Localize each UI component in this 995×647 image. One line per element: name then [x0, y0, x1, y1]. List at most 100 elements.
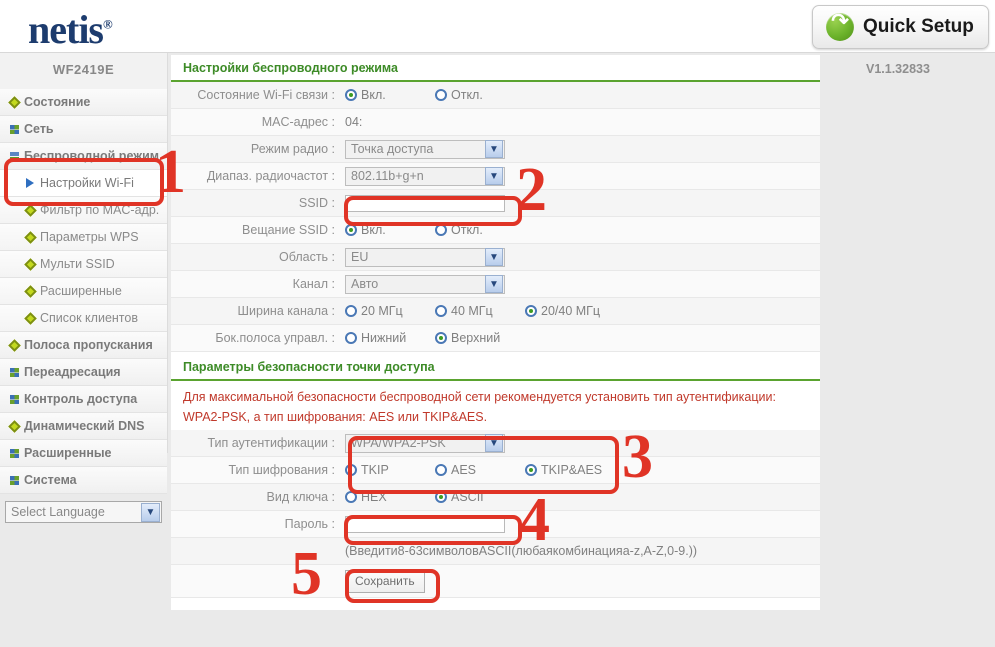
row-band: Диапаз. радиочастот : 802.11b+g+n ▼	[171, 163, 820, 190]
row-key-type: Вид ключа : HEX ASCII	[171, 484, 820, 511]
wifi-state-off-radio[interactable]: Откл.	[435, 88, 483, 102]
auth-type-select[interactable]: WPA/WPA2-PSK ▼	[345, 433, 505, 453]
radio-dot-icon	[435, 491, 447, 503]
key-type-ascii-radio[interactable]: ASCII	[435, 490, 484, 504]
sidebar-item-4[interactable]: Фильтр по MAC-адр.	[0, 197, 167, 224]
row-radio-mode: Режим радио : Точка доступа ▼	[171, 136, 820, 163]
key-type-hex-radio[interactable]: HEX	[345, 490, 435, 504]
ssid-broadcast-off-radio[interactable]: Откл.	[435, 223, 483, 237]
row-ssid-broadcast: Вещание SSID : Вкл. Откл.	[171, 217, 820, 244]
sideband-label: Бок.полоса управл. :	[215, 331, 335, 345]
sidebar-item-3[interactable]: Настройки Wi-Fi	[0, 170, 167, 197]
channel-width-40-radio[interactable]: 40 МГц	[435, 304, 525, 318]
security-warning-line2: WPA2-PSK, а тип шифрования: AES или TKIP…	[183, 410, 488, 424]
cipher-both-label: TKIP&AES	[541, 463, 603, 477]
channel-label: Канал :	[292, 277, 335, 291]
channel-width-2040-radio[interactable]: 20/40 МГц	[525, 304, 600, 318]
password-input[interactable]	[345, 515, 505, 533]
row-save: Сохранить	[171, 565, 820, 598]
app-header: netis® Quick Setup	[0, 0, 995, 53]
ssid-broadcast-on-radio[interactable]: Вкл.	[345, 223, 435, 237]
ssid-broadcast-on-label: Вкл.	[361, 223, 386, 237]
channel-width-20-radio[interactable]: 20 МГц	[345, 304, 435, 318]
sidebar-item-1[interactable]: Сеть	[0, 116, 167, 143]
chevron-down-icon: ▼	[141, 502, 160, 522]
wifi-state-on-radio[interactable]: Вкл.	[345, 88, 435, 102]
cipher-both-radio[interactable]: TKIP&AES	[525, 463, 602, 477]
radio-dot-icon	[525, 305, 537, 317]
row-password-hint: (Введити8-63символовASCII(любаякомбинаци…	[171, 538, 820, 565]
key-type-radio-group: HEX ASCII	[345, 490, 484, 504]
channel-select[interactable]: Авто ▼	[345, 274, 505, 294]
channel-value: Авто	[351, 277, 379, 291]
language-select-label: Select Language	[11, 505, 105, 519]
cipher-tkip-radio[interactable]: TKIP	[345, 463, 435, 477]
wifi-state-radio-group: Вкл. Откл.	[345, 88, 483, 102]
band-select[interactable]: 802.11b+g+n ▼	[345, 166, 505, 186]
radio-dot-icon	[345, 305, 357, 317]
row-wifi-state: Состояние Wi-Fi связи : Вкл. Откл.	[171, 82, 820, 109]
sidebar-item-6[interactable]: Мульти SSID	[0, 251, 167, 278]
firmware-version: V1.1.32833	[866, 62, 930, 76]
sidebar-item-13[interactable]: Расширенные	[0, 440, 167, 467]
sidebar-item-7[interactable]: Расширенные	[0, 278, 167, 305]
refresh-circle-icon	[826, 9, 854, 41]
band-value: 802.11b+g+n	[351, 169, 424, 183]
password-label: Пароль :	[284, 517, 335, 531]
registered-mark-icon: ®	[103, 16, 113, 32]
region-select[interactable]: EU ▼	[345, 247, 505, 267]
band-label: Диапаз. радиочастот :	[206, 169, 335, 183]
sidebar-item-11[interactable]: Контроль доступа	[0, 386, 167, 413]
channel-width-2040-label: 20/40 МГц	[541, 304, 601, 318]
diamond-icon	[24, 258, 37, 271]
channel-width-40-label: 40 МГц	[451, 304, 493, 318]
sideband-upper-label: Верхний	[451, 331, 501, 345]
sidebar-item-0[interactable]: Состояние	[0, 89, 167, 116]
sideband-upper-radio[interactable]: Верхний	[435, 331, 500, 345]
sidebar-item-2[interactable]: Беспроводной режим	[0, 143, 167, 170]
radio-dot-icon	[435, 332, 447, 344]
sidebar-item-12[interactable]: Динамический DNS	[0, 413, 167, 440]
mac-address-label: MAC-адрес :	[261, 115, 335, 129]
radio-dot-icon	[345, 89, 357, 101]
ssid-input[interactable]	[345, 194, 505, 212]
device-model: WF2419E	[52, 62, 115, 77]
radio-mode-value: Точка доступа	[351, 142, 434, 156]
sidebar-item-10[interactable]: Переадресация	[0, 359, 167, 386]
chevron-down-icon: ▼	[485, 167, 503, 185]
diamond-icon	[8, 339, 21, 352]
radio-dot-icon	[345, 224, 357, 236]
sidebar-item-14[interactable]: Система	[0, 467, 167, 494]
radio-mode-select[interactable]: Точка доступа ▼	[345, 139, 505, 159]
diamond-icon	[8, 420, 21, 433]
row-password: Пароль :	[171, 511, 820, 538]
sideband-lower-radio[interactable]: Нижний	[345, 331, 435, 345]
sidebar-item-5[interactable]: Параметры WPS	[0, 224, 167, 251]
save-button[interactable]: Сохранить	[345, 569, 425, 593]
language-select[interactable]: Select Language ▼	[5, 501, 162, 523]
sidebar-item-8[interactable]: Список клиентов	[0, 305, 167, 332]
row-ssid: SSID :	[171, 190, 820, 217]
sidebar-item-9[interactable]: Полоса пропускания	[0, 332, 167, 359]
sidebar: WF2419E Состояние Сеть Беспроводной режим Н…	[0, 53, 168, 523]
row-auth-type: Тип аутентификации : WPA/WPA2-PSK ▼	[171, 430, 820, 457]
diamond-icon	[24, 231, 37, 244]
cipher-type-radio-group: TKIP AES TKIP&AES	[345, 463, 602, 477]
diamond-icon	[24, 312, 37, 325]
cipher-tkip-label: TKIP	[361, 463, 389, 477]
sidebar-item-label: Список клиентов	[40, 311, 138, 325]
sideband-radio-group: Нижний Верхний	[345, 331, 500, 345]
cipher-aes-radio[interactable]: AES	[435, 463, 525, 477]
cipher-type-label: Тип шифрования :	[228, 463, 335, 477]
diamond-icon	[8, 96, 21, 109]
quick-setup-button[interactable]: Quick Setup	[812, 5, 989, 49]
key-type-ascii-label: ASCII	[451, 490, 484, 504]
sidebar-item-label: Полоса пропускания	[24, 338, 153, 352]
sidebar-item-label: Параметры WPS	[40, 230, 139, 244]
radio-dot-icon	[435, 89, 447, 101]
radio-dot-icon	[345, 491, 357, 503]
quad-squares-icon	[10, 368, 19, 377]
ssid-label: SSID :	[298, 196, 335, 210]
netis-logo: netis®	[28, 6, 113, 53]
quad-squares-icon	[10, 476, 19, 485]
